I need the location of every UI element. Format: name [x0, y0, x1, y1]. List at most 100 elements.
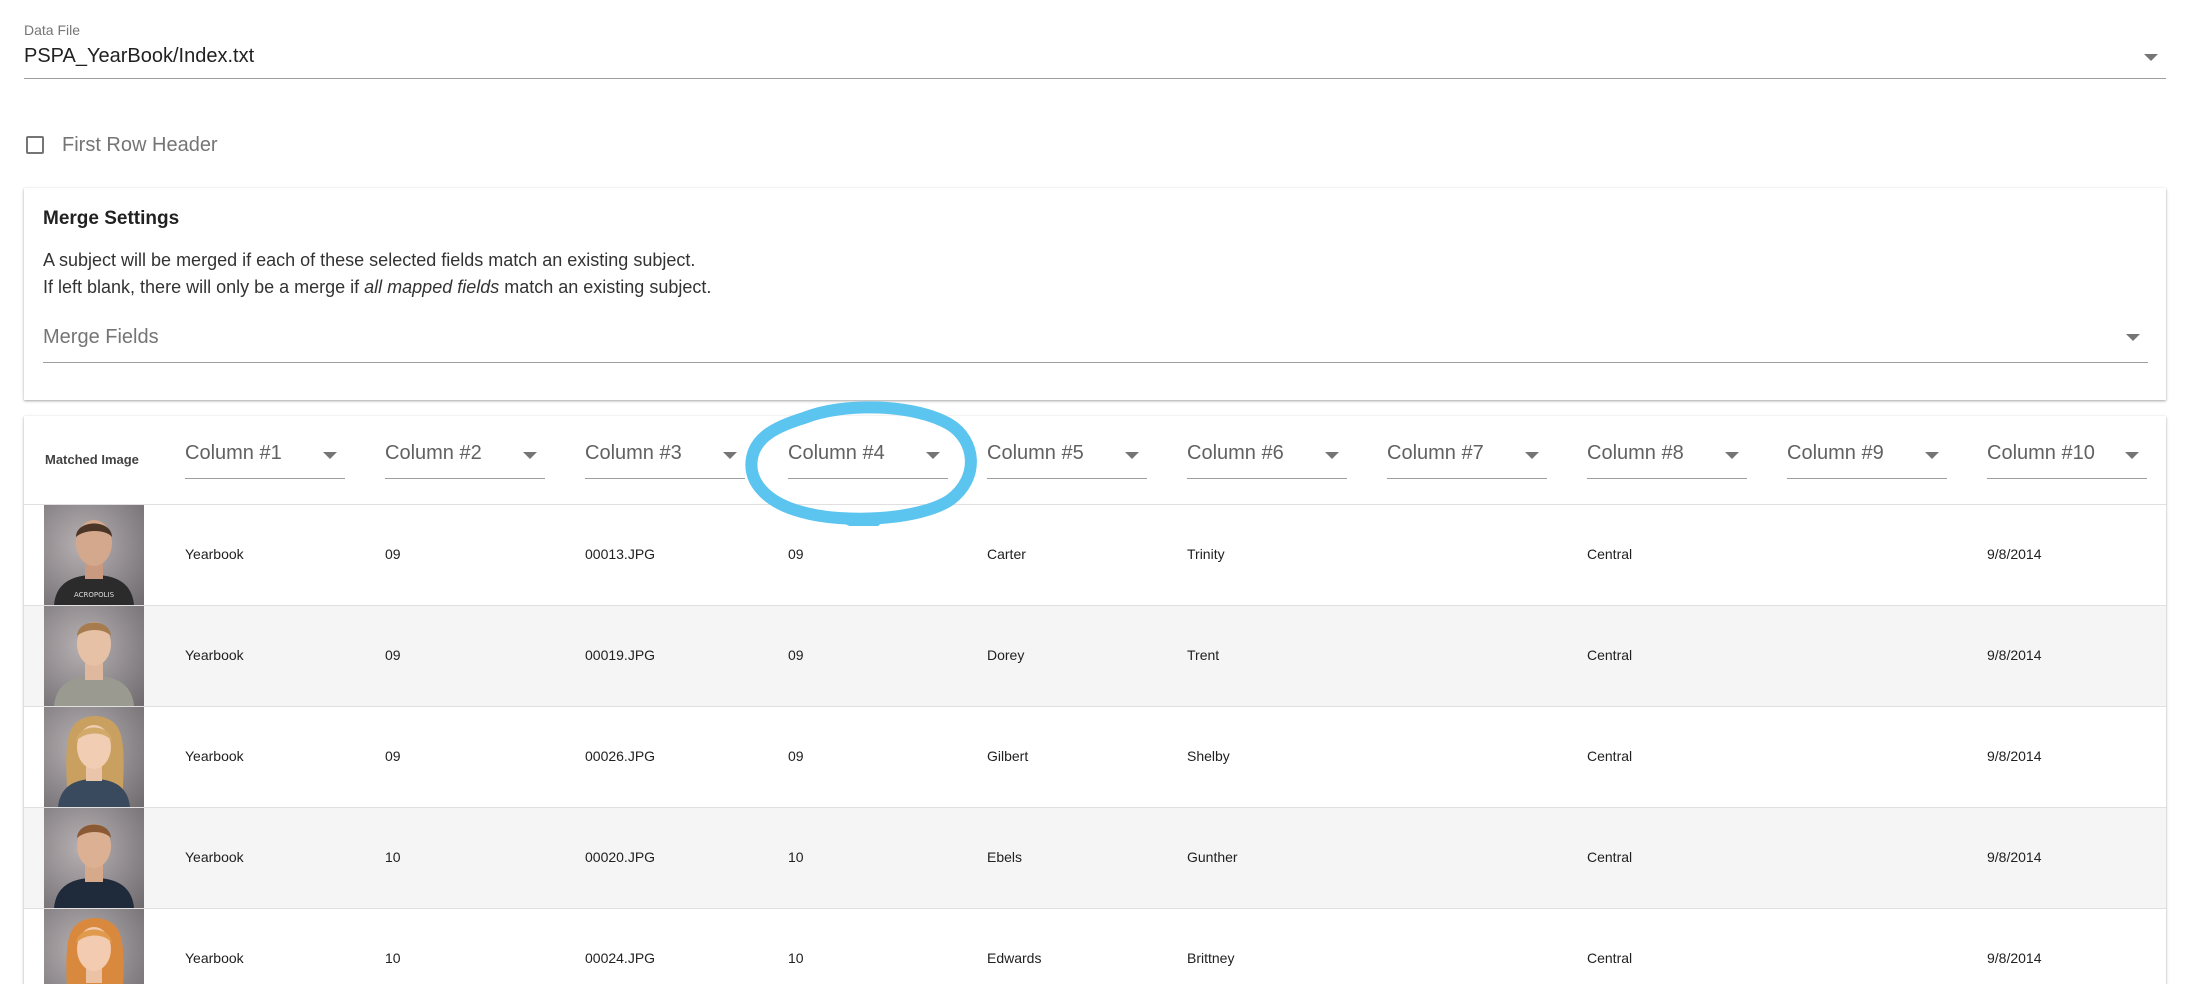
- table-cell: 09: [385, 647, 401, 663]
- column-select-7[interactable]: Column #7: [1387, 442, 1547, 479]
- table-cell: 00013.JPG: [585, 546, 656, 562]
- table-cell: 00020.JPG: [585, 849, 656, 865]
- table-cell: Gunther: [1187, 849, 1238, 865]
- portrait-image: ACROPOLIS: [54, 520, 134, 605]
- table-cell: Yearbook: [185, 647, 244, 663]
- table-cell: Yearbook: [185, 748, 244, 764]
- table-cell: Trinity: [1187, 546, 1225, 562]
- column-select-10[interactable]: Column #10: [1987, 442, 2147, 479]
- table-cell: 10: [385, 849, 401, 865]
- column-mapping-table: Matched Image Column #1 Column #2 Column…: [24, 416, 2166, 984]
- table-cell: 9/8/2014: [1987, 950, 2042, 966]
- chevron-down-icon[interactable]: [723, 452, 737, 459]
- chevron-down-icon[interactable]: [1325, 452, 1339, 459]
- portrait-image: [66, 918, 124, 984]
- table-cell: Yearbook: [185, 950, 244, 966]
- chevron-down-icon[interactable]: [2126, 334, 2140, 341]
- table-cell: 10: [385, 950, 401, 966]
- table-cell: 9/8/2014: [1987, 546, 2042, 562]
- table-cell: Ebels: [987, 849, 1023, 865]
- table-cell: 09: [385, 546, 401, 562]
- chevron-down-icon[interactable]: [1725, 452, 1739, 459]
- table-row: Yearbook 10 00020.JPG 10 Ebels Gunther C…: [24, 808, 2166, 909]
- column-select-label[interactable]: Column #9: [1787, 442, 1884, 465]
- merge-fields-placeholder[interactable]: Merge Fields: [43, 326, 159, 349]
- data-file-value[interactable]: PSPA_YearBook/Index.txt: [24, 45, 254, 68]
- portrait-image: [58, 716, 130, 807]
- table-cell: Dorey: [987, 647, 1025, 663]
- table-cell: 10: [788, 849, 804, 865]
- table-cell: 9/8/2014: [1987, 647, 2042, 663]
- column-select-label[interactable]: Column #4: [788, 442, 885, 465]
- table-cell: 00024.JPG: [585, 950, 656, 966]
- column-select-6[interactable]: Column #6: [1187, 442, 1347, 479]
- svg-text:ACROPOLIS: ACROPOLIS: [74, 591, 115, 599]
- first-row-header-checkbox[interactable]: [26, 136, 44, 154]
- table-cell: 09: [788, 748, 804, 764]
- chevron-down-icon[interactable]: [2144, 54, 2158, 61]
- data-file-label: Data File: [24, 22, 81, 38]
- table-cell: 09: [385, 748, 401, 764]
- table-cell: Yearbook: [185, 546, 244, 562]
- column-select-label[interactable]: Column #1: [185, 442, 282, 465]
- column-select-label[interactable]: Column #3: [585, 442, 682, 465]
- student-photo: [44, 909, 144, 984]
- column-select-label[interactable]: Column #2: [385, 442, 482, 465]
- column-select-4[interactable]: Column #4: [788, 442, 948, 479]
- table-row: ACROPOLIS Yearbook 09 00013.JPG 09 Carte…: [24, 505, 2166, 606]
- table-cell: 09: [788, 546, 804, 562]
- student-photo: ACROPOLIS: [44, 505, 144, 605]
- import-page: Data File PSPA_YearBook/Index.txt First …: [0, 0, 2188, 984]
- column-select-label[interactable]: Column #6: [1187, 442, 1284, 465]
- matched-image-header: Matched Image: [45, 452, 139, 467]
- student-photo: [44, 808, 144, 908]
- table-cell: Edwards: [987, 950, 1042, 966]
- chevron-down-icon[interactable]: [1525, 452, 1539, 459]
- merge-settings-description-2: If left blank, there will only be a merg…: [43, 277, 711, 298]
- table-cell: 00019.JPG: [585, 647, 656, 663]
- merge-settings-card: Merge Settings A subject will be merged …: [24, 188, 2166, 400]
- table-cell: 09: [788, 647, 804, 663]
- column-select-9[interactable]: Column #9: [1787, 442, 1947, 479]
- column-select-label[interactable]: Column #5: [987, 442, 1084, 465]
- merge-fields-select[interactable]: Merge Fields: [43, 324, 2148, 363]
- column-select-2[interactable]: Column #2: [385, 442, 545, 479]
- table-cell: Trent: [1187, 647, 1220, 663]
- student-photo: [44, 606, 144, 706]
- table-cell: Brittney: [1187, 950, 1235, 966]
- table-cell: Central: [1587, 849, 1633, 865]
- table-cell: Central: [1587, 950, 1633, 966]
- first-row-header-label[interactable]: First Row Header: [62, 134, 218, 157]
- table-header: Matched Image Column #1 Column #2 Column…: [24, 416, 2166, 505]
- merge-settings-description-1: A subject will be merged if each of thes…: [43, 250, 696, 270]
- data-file-select[interactable]: Data File PSPA_YearBook/Index.txt: [24, 20, 2166, 79]
- column-select-5[interactable]: Column #5: [987, 442, 1147, 479]
- table-cell: 00026.JPG: [585, 748, 656, 764]
- chevron-down-icon[interactable]: [2125, 452, 2139, 459]
- first-row-header-checkbox-row[interactable]: First Row Header: [26, 132, 218, 158]
- table-cell: 9/8/2014: [1987, 748, 2042, 764]
- column-select-label[interactable]: Column #7: [1387, 442, 1484, 465]
- merge-settings-title: Merge Settings: [43, 208, 180, 229]
- table-cell: 9/8/2014: [1987, 849, 2042, 865]
- column-select-8[interactable]: Column #8: [1587, 442, 1747, 479]
- description-emphasis: all mapped fields: [364, 277, 500, 297]
- table-cell: Shelby: [1187, 748, 1230, 764]
- chevron-down-icon[interactable]: [523, 452, 537, 459]
- table-cell: 10: [788, 950, 804, 966]
- table-cell: Central: [1587, 546, 1633, 562]
- chevron-down-icon[interactable]: [1925, 452, 1939, 459]
- portrait-image: [54, 622, 134, 706]
- table-cell: Yearbook: [185, 849, 244, 865]
- table-row: Yearbook 09 00019.JPG 09 Dorey Trent Cen…: [24, 606, 2166, 707]
- column-select-label[interactable]: Column #10: [1987, 442, 2095, 465]
- chevron-down-icon[interactable]: [1125, 452, 1139, 459]
- chevron-down-icon[interactable]: [926, 452, 940, 459]
- table-cell: Central: [1587, 748, 1633, 764]
- chevron-down-icon[interactable]: [323, 452, 337, 459]
- column-select-3[interactable]: Column #3: [585, 442, 745, 479]
- table-row: Yearbook 09 00026.JPG 09 Gilbert Shelby …: [24, 707, 2166, 808]
- table-row: Yearbook 10 00024.JPG 10 Edwards Brittne…: [24, 909, 2166, 984]
- column-select-label[interactable]: Column #8: [1587, 442, 1684, 465]
- column-select-1[interactable]: Column #1: [185, 442, 345, 479]
